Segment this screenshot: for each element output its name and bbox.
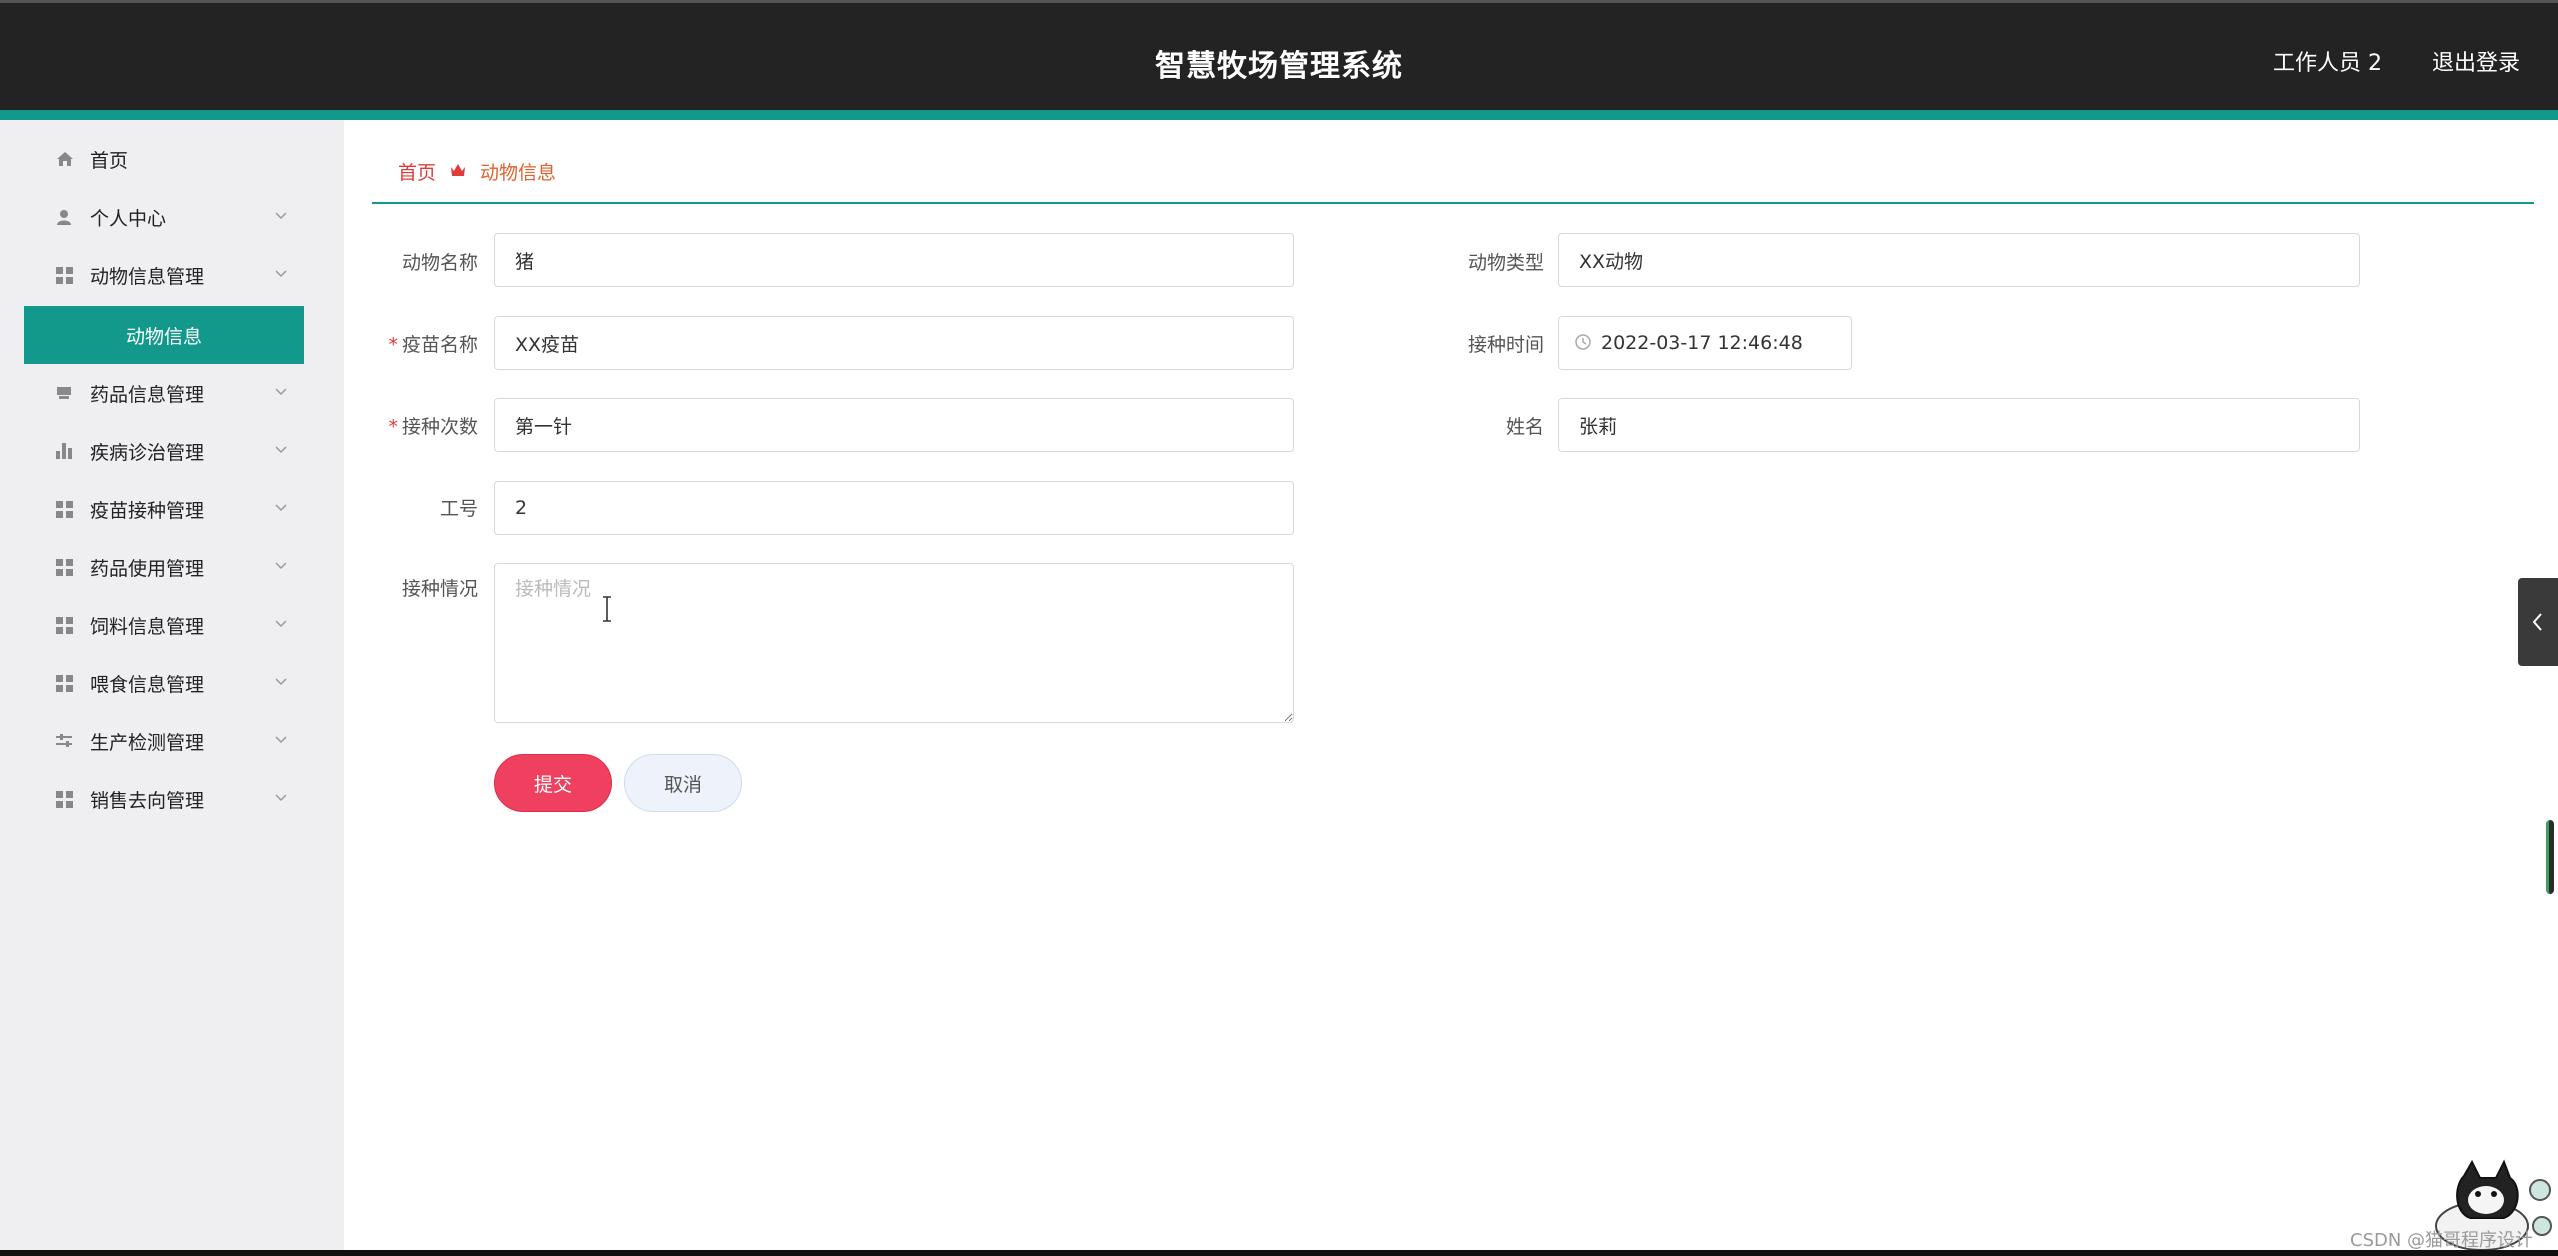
sidebar-subitem-animal-info[interactable]: 动物信息 (24, 306, 304, 364)
breadcrumb-current: 动物信息 (480, 162, 557, 184)
person-name-label: 姓名 (1505, 416, 1544, 438)
breadcrumb-divider (372, 202, 2534, 204)
collapse-panel-button[interactable] (2518, 578, 2558, 666)
cancel-button[interactable]: 取消 (624, 754, 742, 812)
sidebar-item-label: 首页 (90, 149, 129, 172)
app-title: 智慧牧场管理系统 (1155, 49, 1403, 84)
sidebar-item-medicine-usage[interactable]: 药品使用管理 (24, 538, 304, 596)
sidebar-item-label: 个人中心 (90, 207, 167, 230)
sidebar-item-label: 疫苗接种管理 (90, 499, 205, 522)
sidebar-item-feed-info[interactable]: 饲料信息管理 (24, 596, 304, 654)
sidebar-item-home[interactable]: 首页 (24, 130, 304, 188)
top-header: 智慧牧场管理系统 工作人员 2 退出登录 (0, 0, 2558, 110)
vaccination-count-label: * 接种次数 (388, 416, 478, 438)
clock-icon (1575, 334, 1591, 350)
sidebar-item-label: 动物信息管理 (90, 265, 205, 288)
grid-icon (56, 790, 90, 808)
chevron-down-icon (275, 794, 287, 802)
chevron-down-icon (275, 620, 287, 628)
breadcrumb-home-link[interactable]: 首页 (398, 158, 436, 185)
sliders-icon (56, 734, 90, 748)
sidebar-item-label: 饲料信息管理 (90, 615, 205, 638)
grid-icon (56, 266, 90, 284)
crown-icon (450, 161, 466, 182)
scrollbar-thumb[interactable] (2546, 820, 2554, 894)
sidebar-item-animal-info[interactable]: 动物信息管理 (24, 246, 304, 304)
bottom-border (0, 1250, 2558, 1256)
grid-icon (56, 616, 90, 634)
grid-icon (56, 558, 90, 576)
box-icon (56, 386, 90, 400)
sidebar-item-sales-destination[interactable]: 销售去向管理 (24, 770, 304, 828)
chevron-down-icon (275, 388, 287, 396)
vaccination-time-label: 接种时间 (1467, 334, 1544, 356)
chevron-down-icon (275, 562, 287, 570)
animal-name-input[interactable] (494, 233, 1294, 287)
sidebar-item-label: 生产检测管理 (90, 731, 205, 754)
current-user-label: 工作人员 2 (2273, 51, 2382, 76)
staff-id-input[interactable] (494, 481, 1294, 535)
person-name-input[interactable] (1558, 398, 2360, 452)
sidebar-item-label: 喂食信息管理 (90, 673, 205, 696)
chevron-down-icon (275, 736, 287, 744)
grid-icon (56, 500, 90, 518)
chevron-down-icon (275, 446, 287, 454)
logout-link[interactable]: 退出登录 (2432, 45, 2520, 77)
vaccination-count-input[interactable] (494, 398, 1294, 452)
sidebar-item-medicine-info[interactable]: 药品信息管理 (24, 364, 304, 422)
submit-button[interactable]: 提交 (494, 754, 612, 812)
sidebar-item-disease-treatment[interactable]: 疾病诊治管理 (24, 422, 304, 480)
text-cursor-icon (603, 596, 611, 622)
chevron-down-icon (275, 212, 287, 220)
home-icon (56, 151, 90, 167)
bar-chart-icon (56, 443, 90, 459)
sidebar-item-feeding-info[interactable]: 喂食信息管理 (24, 654, 304, 712)
sidebar-item-label: 药品使用管理 (90, 557, 205, 580)
chevron-left-icon (2532, 613, 2542, 631)
vaccination-status-label: 接种情况 (401, 578, 478, 600)
vaccine-name-label: * 疫苗名称 (388, 334, 478, 356)
grid-icon (56, 674, 90, 692)
animal-type-input[interactable] (1558, 233, 2360, 287)
sidebar-item-personal-center[interactable]: 个人中心 (24, 188, 304, 246)
header-accent-stripe (0, 110, 2558, 120)
watermark-text: CSDN @猫哥程序设计 (2350, 1230, 2534, 1251)
animal-name-label: 动物名称 (401, 252, 478, 274)
vaccine-name-input[interactable] (494, 316, 1294, 370)
animal-type-label: 动物类型 (1467, 252, 1544, 274)
vaccination-time-picker[interactable] (1558, 316, 1852, 370)
sidebar-item-vaccination[interactable]: 疫苗接种管理 (24, 480, 304, 538)
sidebar: 首页 个人中心 动物信息管理 动物信息 药品信息管理 疾病诊治管理 疫苗接种管理 (0, 120, 344, 1252)
sidebar-item-label: 销售去向管理 (90, 789, 205, 812)
chevron-down-icon (275, 270, 287, 278)
staff-id-label: 工号 (439, 498, 478, 520)
vaccination-status-textarea[interactable] (494, 563, 1294, 723)
chevron-down-icon (275, 678, 287, 686)
sidebar-item-production-testing[interactable]: 生产检测管理 (24, 712, 304, 770)
user-icon (56, 209, 90, 225)
sidebar-item-label: 疾病诊治管理 (90, 441, 205, 464)
breadcrumb: 首页 动物信息 (398, 158, 556, 185)
chevron-down-icon (275, 504, 287, 512)
sidebar-item-label: 药品信息管理 (90, 383, 205, 406)
